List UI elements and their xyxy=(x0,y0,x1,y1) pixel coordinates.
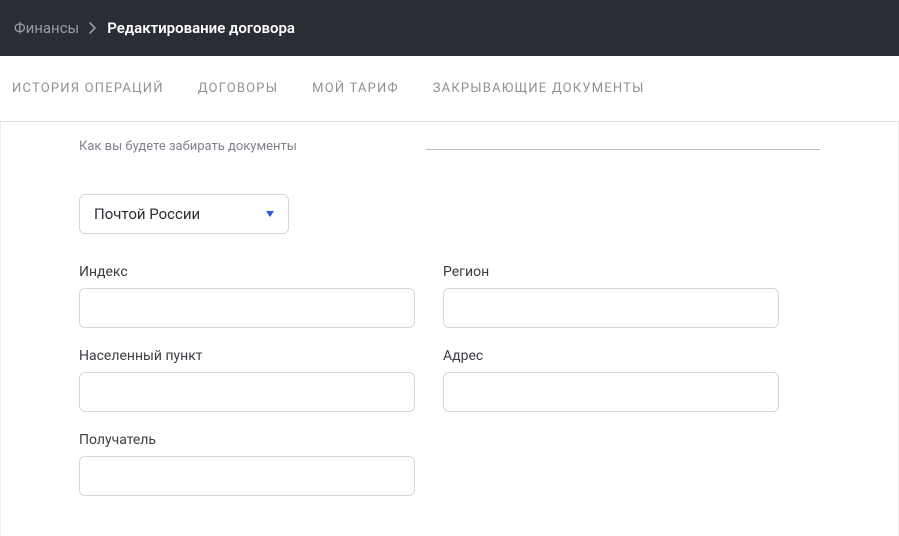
form-panel: Как вы будете забирать документы Почтой … xyxy=(0,122,899,536)
tab-closing-documents[interactable]: ЗАКРЫВАЮЩИЕ ДОКУМЕНТЫ xyxy=(433,81,645,96)
breadcrumb-parent[interactable]: Финансы xyxy=(14,19,79,37)
field-locality: Населенный пункт xyxy=(79,348,415,412)
topbar: Финансы Редактирование договора xyxy=(0,0,899,56)
field-recipient: Получатель xyxy=(79,432,415,496)
documents-pickup-label: Как вы будете забирать документы xyxy=(79,136,297,154)
tab-operations-history[interactable]: ИСТОРИЯ ОПЕРАЦИЙ xyxy=(12,81,164,96)
field-region: Регион xyxy=(443,264,779,328)
input-index[interactable] xyxy=(79,288,415,328)
label-recipient: Получатель xyxy=(79,432,415,448)
breadcrumb: Финансы Редактирование договора xyxy=(14,19,295,37)
tabs-bar: ИСТОРИЯ ОПЕРАЦИЙ ДОГОВОРЫ МОЙ ТАРИФ ЗАКР… xyxy=(0,56,899,122)
label-index: Индекс xyxy=(79,264,415,280)
label-region: Регион xyxy=(443,264,779,280)
label-address: Адрес xyxy=(443,348,779,364)
tab-contracts[interactable]: ДОГОВОРЫ xyxy=(198,81,278,96)
label-locality: Населенный пункт xyxy=(79,348,415,364)
input-recipient[interactable] xyxy=(79,456,415,496)
chevron-right-icon xyxy=(89,22,97,34)
input-locality[interactable] xyxy=(79,372,415,412)
underline-divider xyxy=(426,136,820,150)
input-address[interactable] xyxy=(443,372,779,412)
caret-down-icon xyxy=(266,211,274,217)
delivery-method-selected: Почтой России xyxy=(94,205,200,223)
delivery-method-select[interactable]: Почтой России xyxy=(79,194,289,234)
input-region[interactable] xyxy=(443,288,779,328)
field-index: Индекс xyxy=(79,264,415,328)
field-address: Адрес xyxy=(443,348,779,412)
tab-my-tariff[interactable]: МОЙ ТАРИФ xyxy=(312,81,399,96)
breadcrumb-current: Редактирование договора xyxy=(107,19,295,37)
